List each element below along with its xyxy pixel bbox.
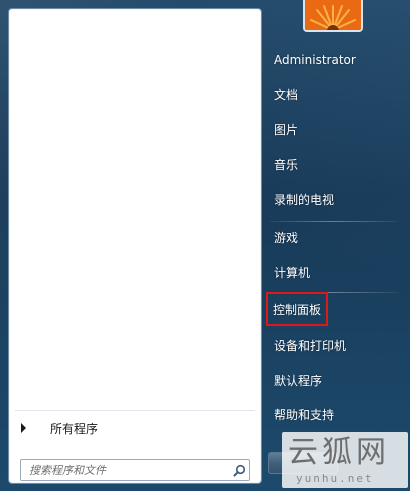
games-link[interactable]: 游戏	[266, 222, 402, 252]
recorded-tv-link[interactable]: 录制的电视	[266, 184, 402, 214]
left-pane-divider	[15, 410, 255, 411]
start-menu: 所有程序 搜索程序和文件 Administrator 文档 图片 音乐 录制的电…	[0, 0, 410, 491]
user-picture[interactable]	[303, 0, 363, 32]
pictures-link[interactable]: 图片	[266, 114, 402, 144]
documents-link[interactable]: 文档	[266, 79, 402, 109]
all-programs-button[interactable]: 所有程序	[9, 413, 261, 443]
devices-and-printers-link[interactable]: 设备和打印机	[266, 330, 402, 360]
control-panel-link[interactable]: 控制面板	[266, 292, 328, 326]
shutdown-button[interactable]	[268, 452, 338, 474]
music-link[interactable]: 音乐	[266, 149, 402, 179]
search-input[interactable]	[21, 461, 229, 479]
magnifier-icon[interactable]	[229, 460, 249, 480]
all-programs-label: 所有程序	[50, 421, 99, 436]
default-programs-link[interactable]: 默认程序	[266, 365, 402, 395]
user-name-link[interactable]: Administrator	[266, 45, 402, 75]
left-pane: 所有程序	[8, 8, 262, 484]
pinned-programs-area	[9, 9, 261, 409]
computer-link[interactable]: 计算机	[266, 257, 402, 287]
arrow-right-icon	[21, 423, 26, 433]
flower-icon	[305, 0, 361, 30]
search-box[interactable]	[20, 459, 250, 481]
help-and-support-link[interactable]: 帮助和支持	[266, 399, 402, 429]
